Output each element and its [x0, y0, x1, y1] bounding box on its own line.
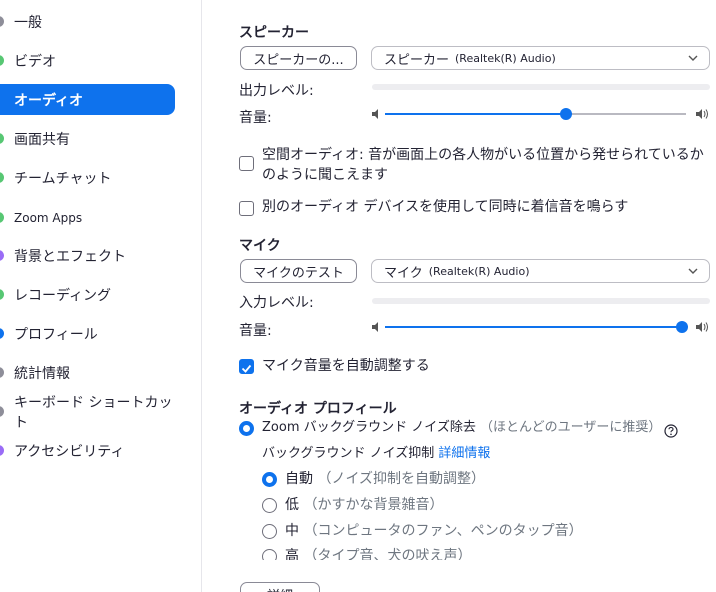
sidebar-item-icon — [0, 445, 4, 456]
mic-volume-knob[interactable] — [676, 321, 688, 333]
sidebar-item[interactable]: 背景とエフェクト — [0, 240, 175, 271]
output-level-meter — [372, 84, 710, 90]
mic-section-title: マイク — [239, 238, 281, 254]
help-icon[interactable] — [664, 424, 678, 438]
mic-device-name: マイク — [384, 265, 423, 281]
noise-auto-radio[interactable] — [262, 472, 277, 487]
speaker-device-name: スピーカー — [384, 52, 450, 68]
sidebar-item[interactable]: オーディオ — [0, 84, 175, 115]
sidebar-item-icon — [0, 133, 4, 144]
speaker-volume-fill — [385, 113, 566, 115]
sidebar-item-icon — [0, 406, 4, 417]
sidebar-item-icon — [0, 212, 4, 223]
test-mic-button[interactable]: マイクのテスト — [240, 259, 357, 283]
noise-high-radio[interactable] — [262, 549, 277, 560]
sidebar-item-icon — [0, 172, 4, 183]
sidebar-item[interactable]: レコーディング — [0, 279, 175, 310]
chevron-down-icon — [688, 268, 698, 274]
noise-medium-label: 中 （コンピュータのファン、ペンのタップ音） — [285, 521, 583, 541]
sidebar-item-label: 背景とエフェクト — [14, 248, 126, 265]
zoom-noise-text: Zoom バックグラウンド ノイズ除去 — [262, 420, 476, 435]
sidebar-item-icon — [0, 289, 4, 300]
noise-high-label: 高 （タイプ音、犬の吠え声） — [285, 546, 471, 560]
noise-low-label: 低 （かすかな背景雑音） — [285, 495, 443, 515]
chevron-down-icon — [688, 55, 698, 61]
settings-sidebar: 一般ビデオオーディオ画面共有チームチャット Zoom Apps 背景とエフェクト レコ… — [0, 0, 202, 592]
audio-profile-title: オーディオ プロフィール — [239, 401, 397, 417]
mic-volume-label: 音量: — [239, 323, 272, 339]
noise-auto-label: 自動 （ノイズ抑制を自動調整） — [285, 469, 485, 489]
audio-settings-panel: スピーカー スピーカーの... スピーカー (Realtek(R) Audio)… — [203, 0, 716, 592]
mic-volume-fill — [385, 326, 682, 328]
noise-auto-text: 自動 — [285, 471, 313, 487]
sidebar-item-icon — [0, 16, 4, 27]
sidebar-item-label: 統計情報 — [14, 365, 70, 382]
test-speaker-button[interactable]: スピーカーの... — [240, 46, 357, 70]
zoom-noise-note: （ほとんどのユーザーに推奨） — [479, 420, 662, 435]
input-level-meter — [372, 298, 710, 304]
noise-low-note: （かすかな背景雑音） — [303, 497, 444, 513]
speaker-volume-label: 音量: — [239, 110, 272, 126]
zoom-noise-radio[interactable] — [239, 421, 254, 436]
mic-device-select[interactable]: マイク (Realtek(R) Audio) — [371, 259, 710, 283]
sidebar-item[interactable]: 画面共有 — [0, 123, 175, 154]
noise-auto-note: （ノイズ抑制を自動調整） — [317, 471, 486, 487]
sidebar-item-label: チームチャット — [14, 170, 112, 187]
separate-ringtone-label: 別のオーディオ デバイスを使用して同時に着信音を鳴らす — [262, 199, 629, 215]
auto-adjust-mic-label: マイク音量を自動調整する — [262, 358, 430, 374]
mic-device-detail: (Realtek(R) Audio) — [428, 264, 530, 278]
sidebar-item-label: 一般 — [14, 14, 42, 31]
volume-low-icon — [372, 109, 378, 119]
sidebar-item-label: Zoom Apps — [14, 210, 83, 225]
noise-high-note: （タイプ音、犬の吠え声） — [303, 548, 472, 560]
sidebar-item[interactable]: ビデオ — [0, 45, 175, 76]
sidebar-item-label: レコーディング — [14, 287, 112, 304]
sidebar-item-label: キーボード ショートカット — [14, 394, 173, 431]
sidebar-item[interactable]: キーボード ショートカット — [0, 395, 175, 431]
clipped-scroll-area: 高 （タイプ音、犬の吠え声） — [203, 546, 716, 560]
speaker-device-detail: (Realtek(R) Audio) — [455, 51, 556, 65]
volume-low-icon — [372, 322, 378, 332]
auto-adjust-mic-checkbox[interactable] — [239, 359, 254, 374]
noise-medium-radio[interactable] — [262, 524, 277, 539]
sidebar-item-label: ビデオ — [14, 53, 56, 70]
sidebar-item-label: アクセシビリティ — [14, 443, 125, 460]
noise-medium-note: （コンピュータのファン、ペンのタップ音） — [303, 523, 583, 539]
bg-noise-text: バックグラウンド ノイズ抑制 — [262, 446, 435, 461]
sidebar-item-icon — [0, 328, 4, 339]
speaker-section-title: スピーカー — [239, 25, 309, 41]
speaker-device-select[interactable]: スピーカー (Realtek(R) Audio) — [371, 46, 710, 70]
spatial-audio-checkbox[interactable] — [239, 156, 254, 171]
speaker-volume-knob[interactable] — [559, 108, 572, 120]
sidebar-item[interactable]: 統計情報 — [0, 357, 175, 388]
noise-low-text: 低 — [285, 497, 299, 513]
spatial-audio-label: 空間オーディオ: 音が画面上の各人物がいる位置から発せられているかのように聞こえ… — [262, 147, 704, 183]
sidebar-item-label: オーディオ — [14, 92, 84, 109]
sidebar-item[interactable]: Zoom Apps — [0, 202, 175, 233]
volume-high-icon — [696, 109, 708, 119]
advanced-button[interactable]: 詳細 — [240, 582, 320, 592]
details-link[interactable]: 詳細情報 — [438, 446, 490, 461]
sidebar-item-label: 画面共有 — [14, 131, 70, 148]
noise-high-text: 高 — [285, 548, 299, 560]
sidebar-item-label: プロフィール — [14, 326, 98, 343]
clipped-bottom-area: 詳細 — [203, 576, 716, 592]
sidebar-item[interactable]: 一般 — [0, 6, 175, 37]
sidebar-item-icon — [0, 55, 4, 66]
sidebar-item[interactable]: アクセシビリティ — [0, 435, 175, 466]
output-level-label: 出力レベル: — [239, 83, 314, 99]
sidebar-item[interactable]: プロフィール — [0, 318, 175, 349]
separate-ringtone-checkbox[interactable] — [239, 201, 254, 216]
sidebar-item[interactable]: チームチャット — [0, 162, 175, 193]
sidebar-item-icon — [0, 250, 4, 261]
sidebar-item-icon — [0, 367, 4, 378]
noise-medium-text: 中 — [285, 523, 299, 539]
volume-high-icon — [696, 322, 708, 332]
noise-low-radio[interactable] — [262, 498, 277, 513]
checkmark-icon — [241, 364, 252, 373]
bg-noise-label: バックグラウンド ノイズ抑制 詳細情報 — [262, 444, 490, 464]
zoom-noise-label: Zoom バックグラウンド ノイズ除去 （ほとんどのユーザーに推奨） — [262, 418, 661, 438]
input-level-label: 入力レベル: — [239, 295, 314, 311]
